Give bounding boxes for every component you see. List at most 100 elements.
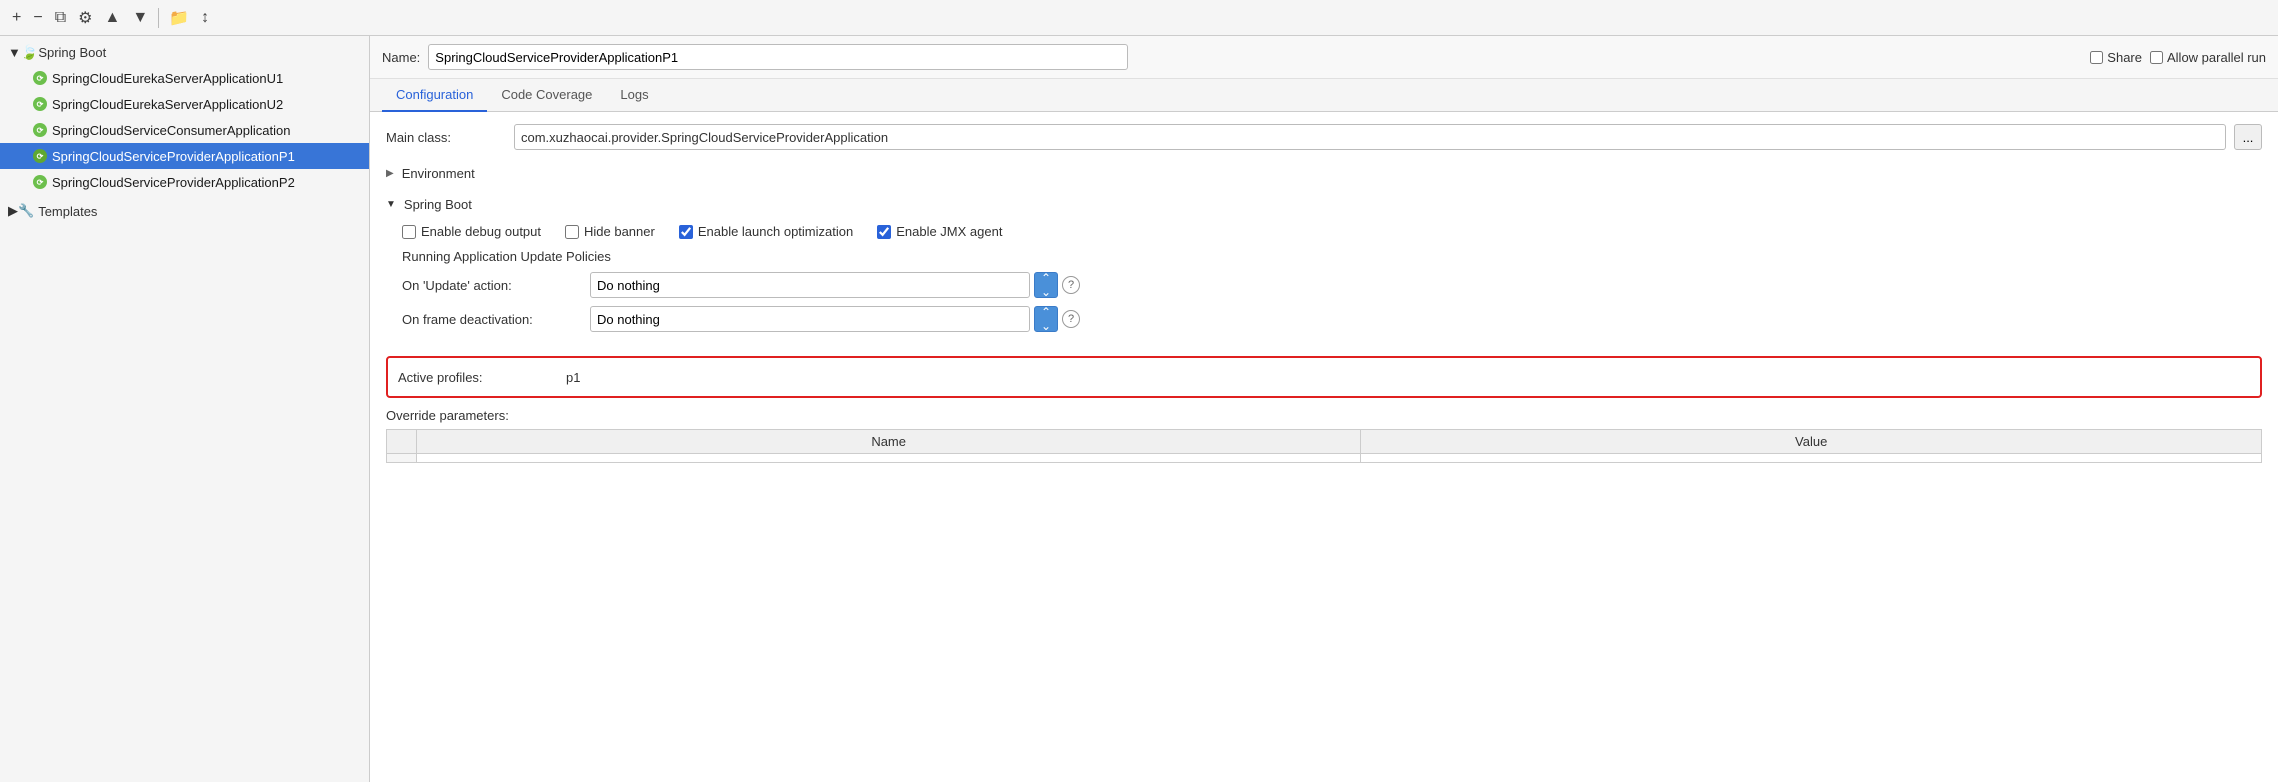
sidebar-item-label-0: SpringCloudEurekaServerApplicationU1	[52, 71, 283, 86]
main-class-row: Main class: com.xuzhaocai.provider.Sprin…	[386, 124, 2262, 150]
tab-configuration[interactable]: Configuration	[382, 79, 487, 112]
hide-banner-checkbox[interactable]	[565, 225, 579, 239]
sidebar-item-2[interactable]: ⟳ SpringCloudServiceConsumerApplication	[0, 117, 369, 143]
active-profiles-input[interactable]	[566, 364, 886, 390]
springboot-folder-icon: 🍃	[21, 44, 38, 61]
sidebar-group-templates-label: Templates	[38, 204, 97, 219]
sidebar-item-0[interactable]: ⟳ SpringCloudEurekaServerApplicationU1	[0, 65, 369, 91]
share-label: Share	[2107, 50, 2142, 65]
on-frame-chevron-button[interactable]: ⌃⌄	[1034, 306, 1058, 332]
tab-logs[interactable]: Logs	[606, 79, 662, 112]
name-right: Share Allow parallel run	[2090, 50, 2266, 65]
on-update-chevron-button[interactable]: ⌃⌄	[1034, 272, 1058, 298]
on-update-row: On 'Update' action: Do nothing ⌃⌄ ?	[402, 272, 2262, 298]
on-update-label: On 'Update' action:	[402, 278, 582, 293]
sidebar-group-springboot-label: Spring Boot	[38, 45, 106, 60]
add-button[interactable]: +	[8, 7, 25, 29]
sidebar-item-4[interactable]: ⟳ SpringCloudServiceProviderApplicationP…	[0, 169, 369, 195]
templates-chevron-icon: ▶	[8, 203, 18, 219]
checkboxes-row: Enable debug output Hide banner Enable l…	[402, 224, 2262, 239]
override-table-row-empty	[387, 454, 2262, 463]
toolbar: + − ⧉ ⚙ ▲ ▼ 📁 ↕	[0, 0, 2278, 36]
copy-button[interactable]: ⧉	[51, 7, 70, 29]
sidebar-item-label-1: SpringCloudEurekaServerApplicationU2	[52, 97, 283, 112]
sb-icon-3: ⟳	[32, 148, 48, 164]
checkbox-debug-output[interactable]: Enable debug output	[402, 224, 541, 239]
tab-code-coverage[interactable]: Code Coverage	[487, 79, 606, 112]
sidebar-item-3[interactable]: ⟳ SpringCloudServiceProviderApplicationP…	[0, 143, 369, 169]
override-row-num	[387, 454, 417, 463]
tabs-bar: Configuration Code Coverage Logs	[370, 79, 2278, 112]
config-content: Main class: com.xuzhaocai.provider.Sprin…	[370, 112, 2278, 782]
main-class-browse-button[interactable]: ...	[2234, 124, 2262, 150]
override-col-num	[387, 430, 417, 454]
name-input[interactable]	[428, 44, 1128, 70]
allow-parallel-checkbox[interactable]	[2150, 51, 2163, 64]
springboot-section-header[interactable]: ▼ Spring Boot	[386, 191, 2262, 218]
sort-button[interactable]: ↕	[197, 7, 213, 29]
override-row-name-cell	[417, 454, 1361, 463]
sidebar-item-label-4: SpringCloudServiceProviderApplicationP2	[52, 175, 295, 190]
sidebar-item-label-3: SpringCloudServiceProviderApplicationP1	[52, 149, 295, 164]
springboot-section-chevron-icon: ▼	[386, 199, 396, 210]
springboot-section-label: Spring Boot	[404, 197, 472, 212]
override-col-value: Value	[1361, 430, 2262, 454]
main-class-value: com.xuzhaocai.provider.SpringCloudServic…	[514, 124, 2226, 150]
sidebar-group-templates[interactable]: ▶ 🔧 Templates	[0, 199, 369, 223]
settings-button[interactable]: ⚙	[74, 6, 96, 30]
sidebar-group-springboot[interactable]: ▼ 🍃 Spring Boot	[0, 40, 369, 65]
on-update-help-icon[interactable]: ?	[1062, 276, 1080, 294]
share-checkbox[interactable]	[2090, 51, 2103, 64]
on-update-select[interactable]: Do nothing	[590, 272, 1030, 298]
sb-icon-1: ⟳	[32, 96, 48, 112]
name-bar: Name: Share Allow parallel run	[370, 36, 2278, 79]
hide-banner-label: Hide banner	[584, 224, 655, 239]
springboot-section-content: Enable debug output Hide banner Enable l…	[386, 218, 2262, 346]
on-frame-help-icon[interactable]: ?	[1062, 310, 1080, 328]
sidebar-tree: ▼ 🍃 Spring Boot ⟳ SpringCloudEurekaServe…	[0, 36, 369, 227]
checkbox-launch-opt[interactable]: Enable launch optimization	[679, 224, 853, 239]
environment-chevron-icon: ▶	[386, 168, 394, 179]
environment-label: Environment	[402, 166, 475, 181]
up-button[interactable]: ▲	[100, 7, 124, 29]
springboot-chevron-icon: ▼	[8, 45, 21, 60]
active-profiles-row: Active profiles:	[386, 356, 2262, 398]
override-col-name: Name	[417, 430, 1361, 454]
right-panel: Name: Share Allow parallel run Configura…	[370, 36, 2278, 782]
toolbar-separator	[158, 8, 159, 28]
on-frame-select[interactable]: Do nothing	[590, 306, 1030, 332]
launch-opt-checkbox[interactable]	[679, 225, 693, 239]
debug-output-label: Enable debug output	[421, 224, 541, 239]
policies-label: Running Application Update Policies	[402, 249, 2262, 264]
launch-opt-label: Enable launch optimization	[698, 224, 853, 239]
name-label: Name:	[382, 50, 420, 65]
sb-icon-0: ⟳	[32, 70, 48, 86]
on-update-select-wrapper: Do nothing ⌃⌄ ?	[590, 272, 1080, 298]
on-frame-select-wrapper: Do nothing ⌃⌄ ?	[590, 306, 1080, 332]
folder-button[interactable]: 📁	[165, 6, 193, 30]
share-checkbox-label[interactable]: Share	[2090, 50, 2142, 65]
sidebar-item-label-2: SpringCloudServiceConsumerApplication	[52, 123, 290, 138]
checkbox-hide-banner[interactable]: Hide banner	[565, 224, 655, 239]
sidebar-item-1[interactable]: ⟳ SpringCloudEurekaServerApplicationU2	[0, 91, 369, 117]
debug-output-checkbox[interactable]	[402, 225, 416, 239]
jmx-agent-label: Enable JMX agent	[896, 224, 1002, 239]
override-row-value-cell	[1361, 454, 2262, 463]
jmx-agent-checkbox[interactable]	[877, 225, 891, 239]
remove-button[interactable]: −	[29, 7, 46, 29]
templates-icon: 🔧	[18, 203, 34, 219]
override-table: Name Value	[386, 429, 2262, 463]
override-label: Override parameters:	[386, 408, 2262, 423]
sb-icon-4: ⟳	[32, 174, 48, 190]
environment-section-header[interactable]: ▶ Environment	[386, 160, 2262, 187]
sidebar: ▼ 🍃 Spring Boot ⟳ SpringCloudEurekaServe…	[0, 36, 370, 782]
allow-parallel-label: Allow parallel run	[2167, 50, 2266, 65]
down-button[interactable]: ▼	[128, 7, 152, 29]
on-frame-label: On frame deactivation:	[402, 312, 582, 327]
checkbox-jmx-agent[interactable]: Enable JMX agent	[877, 224, 1002, 239]
main-layout: ▼ 🍃 Spring Boot ⟳ SpringCloudEurekaServe…	[0, 36, 2278, 782]
allow-parallel-checkbox-label[interactable]: Allow parallel run	[2150, 50, 2266, 65]
sb-icon-2: ⟳	[32, 122, 48, 138]
main-class-label: Main class:	[386, 130, 506, 145]
override-table-header-row: Name Value	[387, 430, 2262, 454]
